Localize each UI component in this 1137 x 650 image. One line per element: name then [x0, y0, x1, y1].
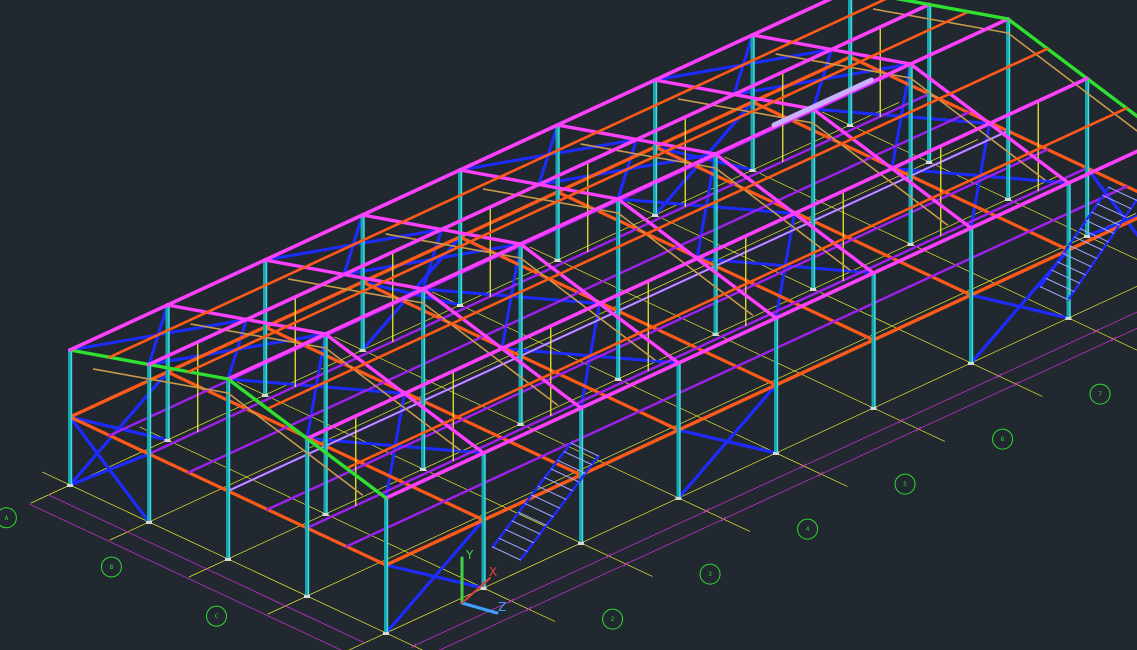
dimension-tick [801, 463, 807, 469]
base-plate [420, 468, 426, 471]
dimension-tick [623, 561, 629, 567]
purlin [108, 0, 887, 359]
stair-front-tread [511, 520, 541, 535]
dimension-tick [606, 553, 612, 559]
base-plate [359, 349, 366, 352]
dimension-line [48, 494, 365, 644]
dimension-tick [898, 418, 904, 424]
ucs-y-label: Y [465, 548, 474, 562]
dimension-tick [1093, 328, 1099, 334]
stair-front-tread [531, 494, 560, 509]
base-plate [652, 214, 658, 217]
base-plate [968, 362, 974, 365]
stair-front-tread [524, 503, 554, 518]
gb-2-label: 2 [611, 616, 615, 623]
stair-rear-tread [1057, 261, 1086, 276]
truss-chord [92, 368, 229, 394]
purlin [187, 10, 970, 374]
stair-rear-tread [1068, 244, 1098, 259]
base-plate [578, 542, 584, 545]
ucs-z-label: Z [498, 600, 506, 614]
base-plate [1084, 235, 1090, 238]
base-plate [926, 161, 932, 164]
dimension-tick [1111, 336, 1116, 342]
purlin [266, 47, 1049, 411]
dimension-tick [508, 598, 514, 604]
base-plate [773, 452, 779, 455]
base-plate [870, 407, 877, 410]
wall-brace [676, 428, 778, 455]
base-plate [383, 632, 389, 635]
gb-3-label: 3 [708, 571, 712, 578]
gs-a-circle [0, 507, 17, 529]
dimension-tick [1013, 381, 1019, 387]
base-plate [554, 259, 561, 262]
stair-rear-tread [1091, 211, 1120, 226]
base-plate [304, 595, 310, 598]
base-plate [907, 243, 914, 246]
dimension-tick [721, 516, 726, 522]
stair-front-tread [498, 537, 528, 552]
gs-a-label: A [5, 515, 9, 522]
base-plate [615, 378, 621, 381]
base-plate [67, 484, 73, 487]
cad-model-viewport[interactable]: 12345678ABCD YXZ [0, 0, 1137, 650]
dimension-tick [818, 471, 824, 477]
base-plate [675, 497, 682, 500]
base-plate [712, 333, 719, 336]
base-plate [262, 394, 268, 397]
base-plate [749, 169, 756, 172]
rafter [1085, 76, 1137, 119]
base-plate [322, 513, 329, 516]
dimension-tick [703, 508, 709, 514]
stair-front-tread [518, 511, 547, 526]
wall-brace [969, 293, 1071, 320]
base-plate [1065, 317, 1072, 320]
gb-7-label: 7 [1098, 391, 1102, 398]
structural-frame-drawing[interactable]: 12345678ABCD YXZ [0, 0, 1137, 650]
ucs-x-axis [461, 577, 491, 604]
base-plate [225, 558, 231, 561]
gb-5-label: 5 [903, 481, 907, 488]
dimension-line [28, 503, 342, 650]
base-plate [517, 423, 524, 426]
base-plate [146, 521, 152, 524]
base-plate [1005, 198, 1011, 201]
gb-4-label: 4 [806, 526, 810, 533]
base-plate [480, 587, 487, 590]
ucs-x-label: X [489, 565, 497, 579]
gb-6-label: 6 [1001, 436, 1005, 443]
base-plate [457, 304, 463, 307]
floor-edge-beam [384, 216, 1137, 567]
stair-front-tread [505, 529, 534, 544]
stair-rear-tread [1096, 203, 1126, 218]
base-plate [810, 288, 816, 291]
dimension-tick [996, 373, 1002, 379]
gs-c-label: C [215, 613, 219, 620]
wall-brace [384, 563, 486, 590]
ucs-z-axis [460, 601, 499, 615]
dimension-tick [411, 643, 417, 649]
stair-front-tread [563, 451, 593, 466]
dimension-tick [916, 426, 921, 432]
base-plate [164, 439, 171, 442]
dimension-tick [526, 606, 531, 612]
gs-b-label: B [110, 564, 114, 571]
base-plate [847, 124, 853, 127]
stair-front-tread [492, 546, 521, 561]
stair-rear-tread [1051, 269, 1081, 284]
grid-line [30, 102, 900, 504]
stair-rear-tread [1040, 286, 1069, 301]
